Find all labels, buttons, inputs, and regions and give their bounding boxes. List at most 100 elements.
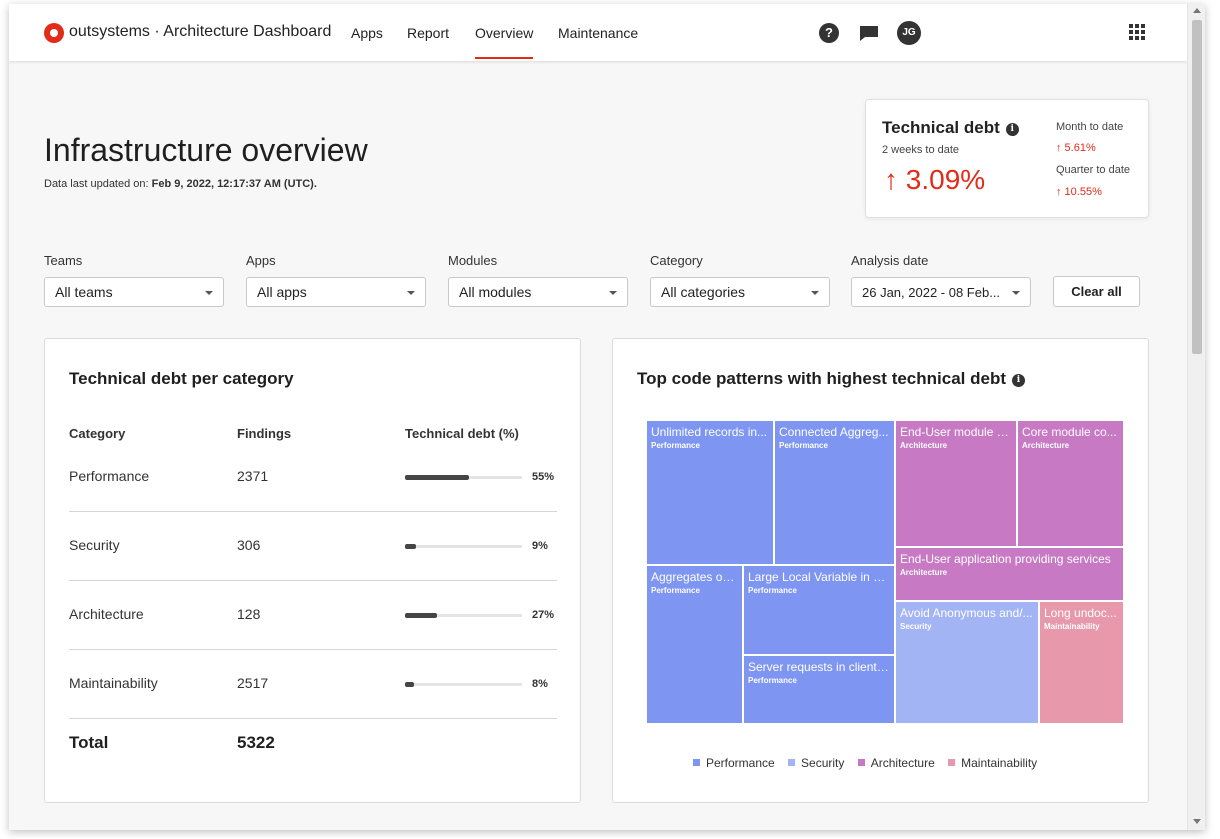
treemap-cell[interactable]: Large Local Variable in Vi... Performanc… — [743, 565, 895, 655]
modules-select[interactable]: All modules — [448, 277, 628, 307]
treemap-cell-name: Aggregates or ... — [651, 570, 738, 584]
legend-label: Architecture — [870, 756, 935, 770]
debt-period-value: ↑ 3.09% — [884, 164, 986, 195]
legend-item-architecture[interactable]: Architecture — [857, 756, 935, 770]
treemap-cell-name: Long undoc... — [1044, 606, 1117, 620]
treemap-cell-name: Unlimited records in... — [651, 425, 768, 439]
treemap-cell[interactable]: Avoid Anonymous and/... Security — [895, 601, 1039, 724]
technical-debt-card: Technical debt i 2 weeks to date ↑ 3.09% … — [865, 99, 1149, 218]
treemap-cell-category: Architecture — [900, 441, 948, 450]
outsystems-logo-icon[interactable] — [44, 23, 64, 43]
debt-period-label: 2 weeks to date — [882, 144, 960, 156]
treemap-cell-category: Architecture — [1022, 441, 1070, 450]
scroll-up-icon[interactable] — [1193, 8, 1201, 13]
apps-grid-icon[interactable] — [1129, 24, 1145, 40]
chevron-down-icon — [609, 291, 617, 295]
legend-label: Maintainability — [961, 756, 1038, 770]
debt-progress-fill — [405, 613, 437, 618]
treemap-legend: Performance Security Architecture Mainta… — [693, 756, 1047, 770]
treemap-cell[interactable]: End-User module p... Architecture — [895, 420, 1017, 547]
scrollbar-thumb[interactable] — [1192, 20, 1202, 354]
legend-swatch — [693, 759, 700, 766]
treemap-cell-name: Core module co... — [1022, 425, 1117, 439]
nav-link-report[interactable]: Report — [407, 25, 449, 41]
debt-card-title: Technical debt i — [882, 118, 1019, 138]
category-select-value: All categories — [661, 284, 746, 300]
treemap-cell-name: Large Local Variable in Vi... — [748, 570, 890, 584]
browser-window: outsystems · Architecture Dashboard Apps… — [9, 4, 1205, 830]
analysis-date-select[interactable]: 26 Jan, 2022 - 08 Feb... — [851, 277, 1031, 307]
debt-percent-label: 9% — [532, 540, 548, 552]
category-filter-label: Category — [650, 253, 703, 268]
avatar[interactable]: JG — [897, 21, 921, 45]
modules-filter-label: Modules — [448, 253, 498, 268]
debt-card-title-text: Technical debt — [882, 118, 1000, 137]
column-header-findings: Findings — [237, 426, 292, 441]
apps-select-value: All apps — [257, 284, 307, 300]
brand-title[interactable]: outsystems · Architecture Dashboard — [69, 23, 331, 41]
apps-select[interactable]: All apps — [246, 277, 426, 307]
legend-label: Security — [801, 756, 845, 770]
top-code-patterns-panel: Top code patterns with highest technical… — [612, 338, 1149, 803]
legend-item-performance[interactable]: Performance — [693, 756, 775, 770]
debt-progress-fill — [405, 682, 415, 687]
legend-swatch — [948, 759, 956, 766]
debt-percent-label: 8% — [532, 678, 548, 690]
apps-filter-label: Apps — [246, 253, 276, 268]
table-row-findings: 2517 — [237, 675, 269, 691]
chat-icon[interactable] — [859, 25, 879, 42]
table-row-findings: 2371 — [237, 468, 269, 484]
teams-select-value: All teams — [55, 284, 113, 300]
category-select[interactable]: All categories — [650, 277, 830, 307]
table-row-category: Performance — [69, 468, 150, 484]
treemap-cell-name: End-User module p... — [900, 425, 1012, 439]
column-header-technical-debt: Technical debt (%) — [405, 426, 519, 441]
analysis-date-label: Analysis date — [851, 253, 929, 268]
last-updated-text: Data last updated on: Feb 9, 2022, 12:17… — [44, 178, 317, 190]
scroll-down-icon[interactable] — [1193, 819, 1201, 824]
treemap-cell-category: Performance — [748, 676, 797, 685]
modules-select-value: All modules — [459, 284, 532, 300]
treemap-cell-category: Security — [900, 622, 932, 631]
table-row-category: Maintainability — [69, 675, 158, 691]
nav-link-maintenance[interactable]: Maintenance — [558, 25, 638, 41]
debt-progress-bar — [405, 613, 522, 618]
treemap-cell[interactable]: Server requests in client ... Performanc… — [743, 655, 895, 724]
legend-swatch — [857, 759, 865, 766]
chevron-down-icon — [811, 291, 819, 295]
treemap-cell[interactable]: Connected Aggreg... Performance — [774, 420, 895, 565]
row-divider — [69, 580, 557, 581]
quarter-to-date-label: Quarter to date — [1056, 164, 1130, 176]
table-row-findings: 306 — [237, 537, 261, 553]
chevron-down-icon — [407, 291, 415, 295]
treemap-cell[interactable]: Long undoc... Maintainability — [1039, 601, 1124, 724]
treemap-cell[interactable]: Core module co... Architecture — [1017, 420, 1124, 547]
clear-all-button[interactable]: Clear all — [1053, 276, 1140, 307]
nav-link-overview[interactable]: Overview — [475, 25, 534, 59]
legend-label: Performance — [706, 756, 775, 770]
help-icon[interactable]: ? — [819, 23, 839, 43]
month-to-date-value: ↑ 5.61% — [1056, 142, 1096, 154]
debt-percent-label: 27% — [532, 609, 555, 621]
treemap-cell-category: Performance — [651, 441, 700, 450]
legend-item-maintainability[interactable]: Maintainability — [948, 756, 1037, 770]
legend-item-security[interactable]: Security — [788, 756, 844, 770]
month-to-date-label: Month to date — [1056, 121, 1124, 133]
debt-per-category-panel: Technical debt per category Category Fin… — [44, 338, 581, 803]
treemap-cell[interactable]: Aggregates or ... Performance — [646, 565, 743, 724]
top-navigation-bar: outsystems · Architecture Dashboard Apps… — [9, 4, 1187, 61]
treemap-cell-category: Performance — [779, 441, 828, 450]
nav-link-apps[interactable]: Apps — [351, 25, 383, 41]
teams-select[interactable]: All teams — [44, 277, 224, 307]
analysis-date-value: 26 Jan, 2022 - 08 Feb... — [862, 285, 1001, 300]
page-title: Infrastructure overview — [44, 132, 368, 168]
info-icon[interactable]: i — [1012, 374, 1025, 387]
treemap-cell-name: Server requests in client ... — [748, 660, 890, 674]
vertical-scrollbar[interactable] — [1187, 4, 1205, 830]
info-icon[interactable]: i — [1005, 123, 1019, 136]
treemap-cell[interactable]: End-User application providing services … — [895, 547, 1124, 601]
column-header-category: Category — [69, 426, 126, 441]
treemap-cell[interactable]: Unlimited records in... Performance — [646, 420, 774, 565]
teams-filter-label: Teams — [44, 253, 83, 268]
table-row-category: Architecture — [69, 606, 144, 622]
